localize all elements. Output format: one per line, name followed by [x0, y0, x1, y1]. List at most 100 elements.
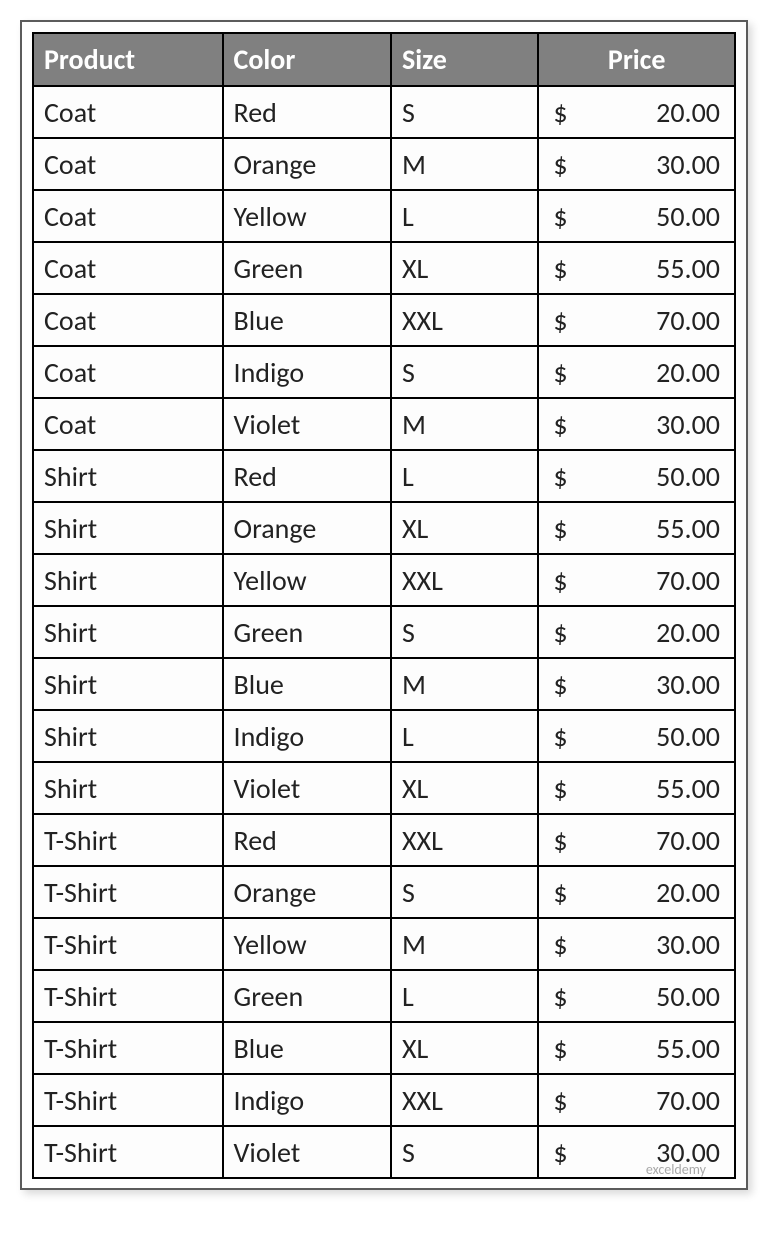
cell-color: Red: [223, 814, 391, 866]
cell-color: Green: [223, 606, 391, 658]
cell-color: Yellow: [223, 190, 391, 242]
cell-color: Green: [223, 242, 391, 294]
table-row: ShirtOrangeXL$55.00: [33, 502, 735, 554]
cell-price: $20.00: [538, 866, 735, 918]
cell-product: T-Shirt: [33, 1022, 223, 1074]
cell-price: $30.00: [538, 1126, 735, 1178]
cell-size: XXL: [391, 294, 538, 346]
cell-product: Coat: [33, 242, 223, 294]
table-row: CoatIndigoS$20.00: [33, 346, 735, 398]
price-amount: 30.00: [656, 1135, 720, 1170]
price-amount: 50.00: [656, 719, 720, 754]
table-row: CoatGreenXL$55.00: [33, 242, 735, 294]
cell-size: XL: [391, 242, 538, 294]
cell-product: Coat: [33, 86, 223, 138]
price-amount: 50.00: [656, 979, 720, 1014]
table-row: ShirtBlueM$30.00: [33, 658, 735, 710]
cell-product: T-Shirt: [33, 814, 223, 866]
cell-product: Coat: [33, 138, 223, 190]
cell-size: XL: [391, 1022, 538, 1074]
cell-size: XL: [391, 502, 538, 554]
cell-size: XXL: [391, 1074, 538, 1126]
cell-size: L: [391, 970, 538, 1022]
cell-product: Shirt: [33, 554, 223, 606]
cell-price: $55.00: [538, 1022, 735, 1074]
table-row: ShirtRedL$50.00: [33, 450, 735, 502]
cell-price: $30.00: [538, 658, 735, 710]
cell-color: Violet: [223, 1126, 391, 1178]
cell-product: Shirt: [33, 502, 223, 554]
price-amount: 50.00: [656, 459, 720, 494]
cell-price: $20.00: [538, 86, 735, 138]
cell-price: $70.00: [538, 814, 735, 866]
cell-color: Indigo: [223, 1074, 391, 1126]
cell-price: $50.00: [538, 710, 735, 762]
price-amount: 20.00: [656, 875, 720, 910]
price-amount: 20.00: [656, 615, 720, 650]
product-table: Product Color Size Price CoatRedS$20.00C…: [32, 32, 736, 1179]
cell-size: M: [391, 658, 538, 710]
price-amount: 70.00: [656, 563, 720, 598]
table-header-row: Product Color Size Price: [33, 33, 735, 86]
cell-color: Yellow: [223, 918, 391, 970]
cell-size: XL: [391, 762, 538, 814]
currency-symbol: $: [549, 407, 567, 442]
currency-symbol: $: [549, 459, 567, 494]
cell-size: S: [391, 606, 538, 658]
table-row: CoatRedS$20.00: [33, 86, 735, 138]
cell-size: M: [391, 918, 538, 970]
price-amount: 30.00: [656, 667, 720, 702]
cell-size: L: [391, 190, 538, 242]
price-amount: 50.00: [656, 199, 720, 234]
cell-product: Shirt: [33, 658, 223, 710]
cell-price: $50.00: [538, 970, 735, 1022]
cell-size: M: [391, 138, 538, 190]
cell-color: Red: [223, 450, 391, 502]
cell-price: $70.00: [538, 554, 735, 606]
cell-price: $55.00: [538, 502, 735, 554]
currency-symbol: $: [549, 1135, 567, 1170]
cell-product: Shirt: [33, 450, 223, 502]
table-row: T-ShirtVioletS$30.00: [33, 1126, 735, 1178]
currency-symbol: $: [549, 875, 567, 910]
cell-color: Blue: [223, 1022, 391, 1074]
currency-symbol: $: [549, 563, 567, 598]
cell-size: S: [391, 86, 538, 138]
header-color: Color: [223, 33, 391, 86]
cell-product: Coat: [33, 294, 223, 346]
table-row: ShirtGreenS$20.00: [33, 606, 735, 658]
table-row: CoatBlueXXL$70.00: [33, 294, 735, 346]
cell-color: Orange: [223, 866, 391, 918]
cell-price: $30.00: [538, 918, 735, 970]
price-amount: 70.00: [656, 1083, 720, 1118]
header-price: Price: [538, 33, 735, 86]
currency-symbol: $: [549, 147, 567, 182]
table-row: T-ShirtGreenL$50.00: [33, 970, 735, 1022]
table-row: CoatVioletM$30.00: [33, 398, 735, 450]
cell-product: T-Shirt: [33, 866, 223, 918]
cell-color: Green: [223, 970, 391, 1022]
price-amount: 55.00: [656, 1031, 720, 1066]
price-amount: 70.00: [656, 823, 720, 858]
price-amount: 55.00: [656, 771, 720, 806]
cell-color: Orange: [223, 502, 391, 554]
cell-price: $30.00: [538, 398, 735, 450]
currency-symbol: $: [549, 1083, 567, 1118]
cell-size: S: [391, 1126, 538, 1178]
currency-symbol: $: [549, 719, 567, 754]
cell-price: $20.00: [538, 346, 735, 398]
header-size: Size: [391, 33, 538, 86]
price-amount: 30.00: [656, 147, 720, 182]
cell-price: $20.00: [538, 606, 735, 658]
cell-product: T-Shirt: [33, 970, 223, 1022]
cell-price: $30.00: [538, 138, 735, 190]
cell-size: XXL: [391, 554, 538, 606]
cell-price: $55.00: [538, 762, 735, 814]
table-row: T-ShirtBlueXL$55.00: [33, 1022, 735, 1074]
cell-color: Violet: [223, 398, 391, 450]
cell-size: S: [391, 866, 538, 918]
cell-product: T-Shirt: [33, 1074, 223, 1126]
cell-color: Blue: [223, 294, 391, 346]
table-row: ShirtVioletXL$55.00: [33, 762, 735, 814]
cell-price: $50.00: [538, 190, 735, 242]
